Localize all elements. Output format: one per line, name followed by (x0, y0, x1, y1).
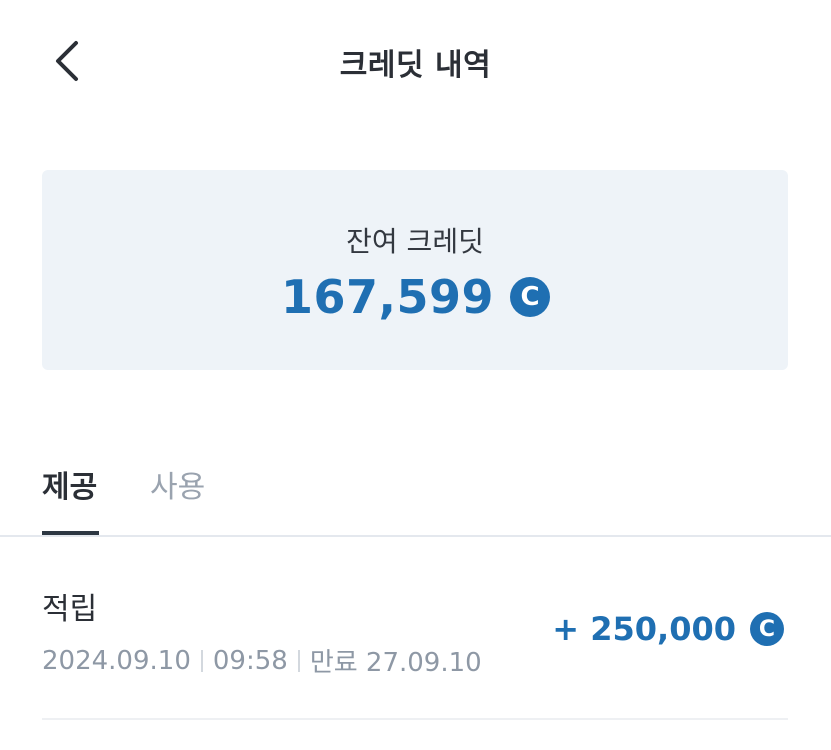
credit-coin-icon: C (750, 612, 784, 646)
credit-coin-icon: C (510, 277, 550, 317)
transaction-time: 09:58 (212, 645, 288, 676)
transaction-row[interactable]: 적립 2024.09.10 09:58 만료 27.09.10 + 250,00… (42, 570, 788, 720)
transaction-type: 적립 (42, 592, 98, 627)
tab-bar: 제공 사용 (0, 450, 831, 537)
page-title: 크레딧 내역 (339, 48, 492, 83)
transaction-expiry: 만료 27.09.10 (309, 648, 482, 678)
meta-divider (297, 649, 300, 672)
transaction-meta: 2024.09.10 09:58 만료 27.09.10 (42, 642, 482, 679)
tab-provided[interactable]: 제공 (42, 462, 97, 506)
balance-value: 167,599 (280, 270, 494, 324)
balance-row: 167,599 C (0, 270, 831, 324)
balance-label: 잔여 크레딧 (346, 225, 484, 258)
meta-divider (200, 649, 203, 672)
tab-used[interactable]: 사용 (150, 462, 205, 506)
transaction-amount-row: + 250,000 C (552, 610, 784, 648)
transaction-date: 2024.09.10 (42, 645, 191, 676)
transaction-amount: + 250,000 (552, 610, 736, 648)
tab-active-indicator (42, 531, 99, 535)
header: 크레딧 내역 (0, 0, 831, 120)
